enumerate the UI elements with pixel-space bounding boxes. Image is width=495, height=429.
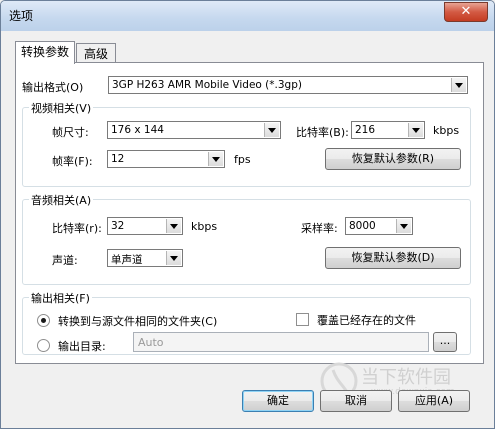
close-icon: ✕ xyxy=(460,4,472,19)
watermark-text: 当下软件园 xyxy=(361,367,451,388)
frame-size-value: 176 x 144 xyxy=(111,124,164,136)
same-folder-radio[interactable] xyxy=(37,314,50,327)
button-label: 恢复默认参数(D) xyxy=(351,251,435,264)
channel-label: 声道: xyxy=(52,254,78,267)
chevron-down-icon xyxy=(451,78,466,92)
chevron-down-icon xyxy=(408,123,423,137)
framerate-unit: fps xyxy=(234,153,251,166)
close-button[interactable]: ✕ xyxy=(444,2,488,22)
output-dir-radio[interactable] xyxy=(37,339,50,352)
video-reset-defaults-button[interactable]: 恢复默认参数(R) xyxy=(325,148,461,170)
overwrite-label[interactable]: 覆盖已经存在的文件 xyxy=(317,312,416,328)
dialog-body: 转换参数 高级 输出格式(O) 3GP H263 AMR Mobile Vide… xyxy=(7,31,488,422)
framerate-value: 12 xyxy=(111,153,125,165)
output-dir-input[interactable]: Auto xyxy=(133,332,429,352)
samplerate-select[interactable]: 8000 xyxy=(345,217,413,235)
audio-group-title: 音频相关(A) xyxy=(29,192,94,208)
output-format-label: 输出格式(O) xyxy=(22,81,84,94)
apply-button[interactable]: 应用(A) xyxy=(398,390,470,412)
same-folder-label[interactable]: 转换到与源文件相同的文件夹(C) xyxy=(58,313,217,329)
button-label: 确定 xyxy=(267,394,289,407)
channel-select[interactable]: 单声道 xyxy=(107,249,183,267)
title-bar[interactable]: 选项 ✕ xyxy=(1,1,494,31)
video-bitrate-label: 比特率(B): xyxy=(296,126,349,139)
output-format-select[interactable]: 3GP H263 AMR Mobile Video (*.3gp) xyxy=(108,76,468,94)
button-label: 恢复默认参数(R) xyxy=(351,152,435,165)
video-group: 视频相关(V) 帧尺寸: 176 x 144 比特率(B): 216 kbps … xyxy=(22,100,471,187)
cancel-button[interactable]: 取消 xyxy=(320,390,392,412)
output-dir-label[interactable]: 输出目录: xyxy=(58,338,106,354)
browse-button[interactable]: ... xyxy=(433,332,457,352)
output-group-title: 输出相关(F) xyxy=(29,290,92,306)
output-group: 输出相关(F) 转换到与源文件相同的文件夹(C) 覆盖已经存在的文件 输出目录:… xyxy=(22,290,471,355)
audio-bitrate-value: 32 xyxy=(111,220,125,232)
window-title: 选项 xyxy=(9,9,34,23)
audio-reset-defaults-button[interactable]: 恢复默认参数(D) xyxy=(325,247,461,269)
chevron-down-icon xyxy=(166,251,181,265)
button-label: 取消 xyxy=(345,394,367,407)
video-bitrate-unit: kbps xyxy=(433,124,460,137)
chevron-down-icon xyxy=(166,219,181,233)
button-label: ... xyxy=(439,334,451,347)
audio-group: 音频相关(A) 比特率(r): 32 kbps 采样率: 8000 声道: 单声… xyxy=(22,192,471,285)
tab-label: 转换参数 xyxy=(20,45,69,59)
audio-bitrate-unit: kbps xyxy=(191,220,218,233)
ok-button[interactable]: 确定 xyxy=(242,390,314,412)
framerate-label: 帧率(F): xyxy=(52,155,93,168)
tab-convert-params[interactable]: 转换参数 xyxy=(15,41,75,64)
video-group-title: 视频相关(V) xyxy=(29,100,94,116)
channel-value: 单声道 xyxy=(111,254,143,266)
options-dialog: 选项 ✕ 转换参数 高级 输出格式(O) 3GP H263 AMR Mobile… xyxy=(0,0,495,429)
chevron-down-icon xyxy=(208,152,223,166)
samplerate-value: 8000 xyxy=(349,220,376,232)
frame-size-select[interactable]: 176 x 144 xyxy=(107,121,281,139)
tab-label: 高级 xyxy=(83,47,108,61)
audio-bitrate-select[interactable]: 32 xyxy=(107,217,183,235)
framerate-select[interactable]: 12 xyxy=(107,150,225,168)
tab-advanced[interactable]: 高级 xyxy=(76,43,116,64)
button-label: 应用(A) xyxy=(414,394,454,407)
chevron-down-icon xyxy=(264,123,279,137)
output-dir-placeholder: Auto xyxy=(138,336,164,349)
output-format-value: 3GP H263 AMR Mobile Video (*.3gp) xyxy=(112,79,302,91)
tab-panel: 输出格式(O) 3GP H263 AMR Mobile Video (*.3gp… xyxy=(15,62,484,364)
audio-bitrate-label: 比特率(r): xyxy=(52,222,102,235)
samplerate-label: 采样率: xyxy=(301,222,338,235)
frame-size-label: 帧尺寸: xyxy=(52,126,89,139)
video-bitrate-value: 216 xyxy=(355,124,376,136)
chevron-down-icon xyxy=(396,219,411,233)
video-bitrate-select[interactable]: 216 xyxy=(351,121,425,139)
overwrite-checkbox[interactable] xyxy=(296,313,309,326)
